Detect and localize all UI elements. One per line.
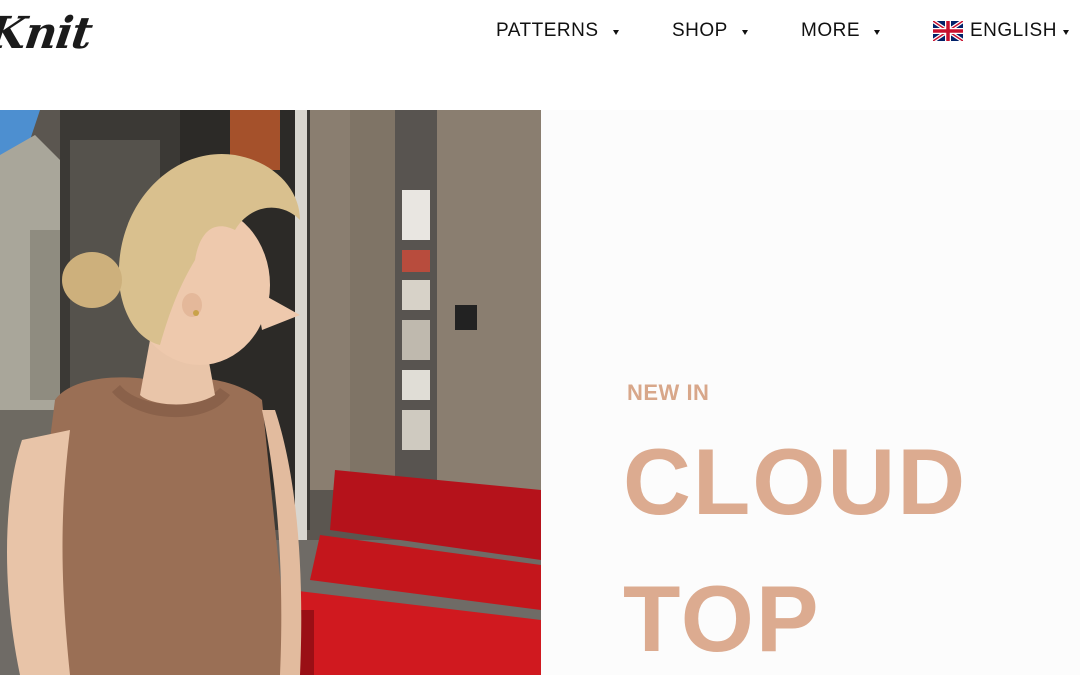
hero-title-line[interactable]: TOP — [623, 572, 821, 666]
hero-eyebrow: NEW IN — [627, 380, 710, 405]
nav-item-label: SHOP — [672, 20, 728, 41]
caret-down-icon — [874, 29, 880, 35]
language-selector[interactable]: ENGLISH — [933, 20, 1069, 42]
main-nav: PATTERNS SHOP MORE ENGLISH — [0, 20, 1080, 48]
caret-down-icon — [741, 29, 748, 35]
hero-title-line[interactable]: CLOUD — [623, 435, 967, 529]
nav-item-label: PATTERNS — [496, 20, 599, 41]
language-label: ENGLISH — [970, 20, 1057, 41]
uk-flag-icon — [933, 21, 963, 41]
nav-item-patterns[interactable]: PATTERNS — [496, 20, 619, 42]
caret-down-icon — [612, 29, 619, 35]
site-header: Knit PATTERNS SHOP MORE ENGLISH — [0, 0, 1080, 72]
caret-down-icon — [1062, 29, 1069, 35]
hero-text-panel: NEW IN CLOUD TOP — [541, 110, 1080, 675]
nav-item-shop[interactable]: SHOP — [672, 20, 748, 42]
hero-image[interactable] — [0, 110, 541, 675]
nav-item-label: MORE — [801, 20, 860, 41]
nav-item-more[interactable]: MORE — [801, 20, 880, 42]
